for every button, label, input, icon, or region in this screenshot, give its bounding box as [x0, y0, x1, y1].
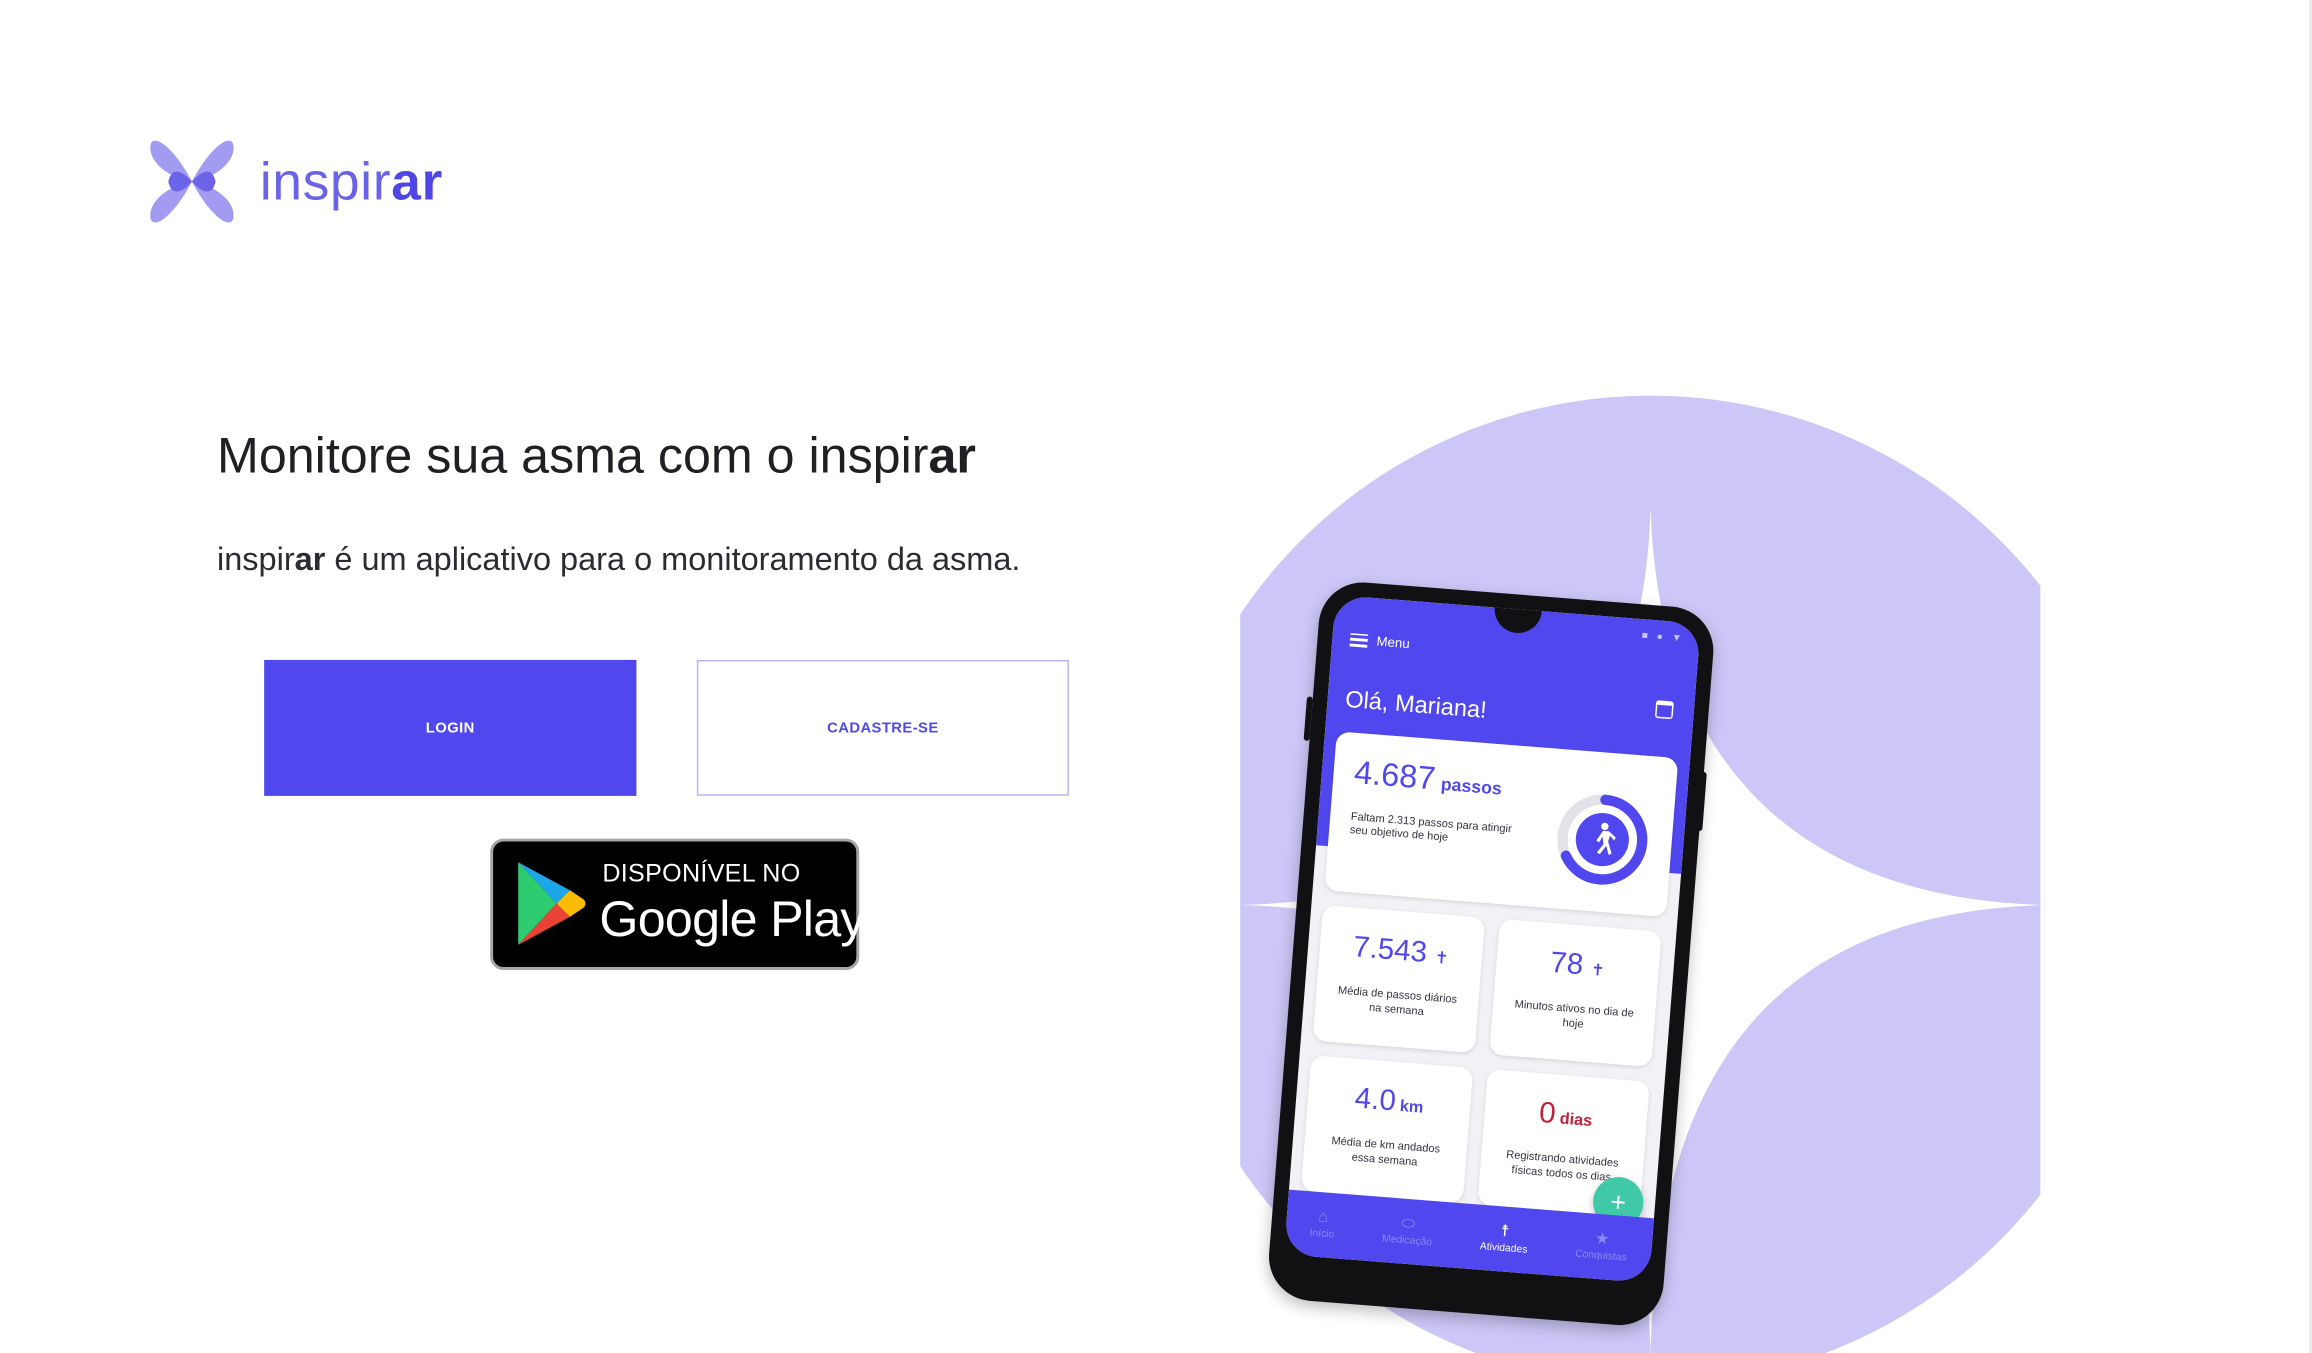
- card-label: Média de passos diários na semana: [1337, 983, 1458, 1018]
- landing-page: inspirar Monitore sua asma com o inspira…: [0, 0, 2312, 1353]
- card-value: 78 ✝: [1495, 942, 1660, 989]
- page-title-bold: ar: [928, 428, 976, 485]
- google-play-icon: [518, 862, 586, 945]
- brand-wordmark-light: inspir: [259, 150, 392, 212]
- subtitle-brand-bold: ar: [294, 540, 326, 578]
- steps-unit: passos: [1440, 773, 1503, 800]
- signup-button-label: CADASTRE-SE: [827, 719, 939, 736]
- steps-note: Faltam 2.313 passos para atingir seu obj…: [1349, 809, 1513, 845]
- nav-item-label: Medicação: [1381, 1233, 1433, 1249]
- card-unit: km: [1399, 1097, 1424, 1118]
- google-play-badge[interactable]: DISPONÍVEL NO Google Play: [490, 838, 866, 970]
- card-number: 0: [1537, 1096, 1557, 1131]
- app-menu-label: Menu: [1375, 633, 1411, 652]
- avg-km-card: 4.0 km Média de km andados essa semana: [1300, 1055, 1474, 1204]
- hamburger-icon: [1349, 632, 1369, 648]
- subtitle-rest: é um aplicativo para o monitoramento da …: [325, 540, 1021, 578]
- nav-item-label: Início: [1309, 1228, 1335, 1241]
- card-unit: dias: [1558, 1110, 1593, 1131]
- steps-card: 4.687 passos Faltam 2.313 passos para ati…: [1324, 731, 1679, 918]
- active-minutes-card: 78 ✝ Minutos ativos no dia de hoje: [1489, 918, 1662, 1068]
- nav-item-label: Conquistas: [1574, 1249, 1628, 1264]
- nav-item-atividades: ☨ Atividades: [1479, 1223, 1529, 1256]
- nav-item-inicio: ⌂ Início: [1309, 1208, 1336, 1241]
- card-value: 0 dias: [1483, 1093, 1648, 1140]
- card-label: Média de km andados essa semana: [1330, 1133, 1441, 1169]
- steps-progress-ring: [1557, 794, 1648, 885]
- card-value: 4.0 km: [1307, 1079, 1472, 1126]
- nav-item-label: Atividades: [1479, 1241, 1528, 1256]
- brand-wordmark: inspirar: [260, 154, 443, 208]
- google-play-small-text: DISPONÍVEL NO: [602, 859, 801, 888]
- card-value: 7.543 ✝: [1319, 929, 1484, 976]
- calendar-icon: [1654, 700, 1674, 720]
- steps-number: 4.687: [1352, 753, 1437, 797]
- pill-icon: ⬭: [1400, 1214, 1416, 1234]
- phone-mockup: ■ ● ▼ Menu Olá, Mariana! 4.687 passos Fal…: [1265, 579, 1717, 1329]
- signup-button[interactable]: CADASTRE-SE: [696, 659, 1069, 796]
- subtitle-brand-light: inspir: [217, 540, 295, 578]
- google-play-big-text: Google Play: [599, 891, 865, 948]
- running-icon: ✝: [1590, 961, 1606, 981]
- avg-steps-card: 7.543 ✝ Média de passos diários na seman…: [1312, 904, 1486, 1054]
- card-number: 4.0: [1353, 1082, 1398, 1118]
- home-icon: ⌂: [1317, 1208, 1329, 1227]
- phone-screen: ■ ● ▼ Menu Olá, Mariana! 4.687 passos Fal…: [1283, 594, 1701, 1284]
- card-number: 7.543: [1352, 931, 1429, 970]
- nav-item-conquistas: ★ Conquistas: [1574, 1230, 1629, 1264]
- page-title: Monitore sua asma com o inspirar: [217, 428, 976, 486]
- walking-icon: ✝: [1434, 949, 1450, 969]
- brand-logo[interactable]: inspirar: [148, 136, 443, 228]
- login-button[interactable]: LOGIN: [264, 659, 637, 796]
- login-button-label: LOGIN: [425, 719, 475, 736]
- brand-wordmark-bold: ar: [391, 150, 444, 212]
- nav-item-medicacao: ⬭ Medicação: [1382, 1215, 1434, 1248]
- person-icon: ☨: [1499, 1222, 1510, 1241]
- page-subtitle: inspirar é um aplicativo para o monitora…: [217, 540, 1020, 578]
- butterfly-logo-icon: [150, 140, 234, 223]
- card-number: 78: [1549, 946, 1585, 982]
- card-label: Minutos ativos no dia de hoje: [1514, 997, 1635, 1031]
- steps-value: 4.687 passos: [1353, 754, 1504, 804]
- page-title-prefix: Monitore sua asma com o inspir: [217, 428, 929, 485]
- star-icon: ★: [1594, 1230, 1611, 1249]
